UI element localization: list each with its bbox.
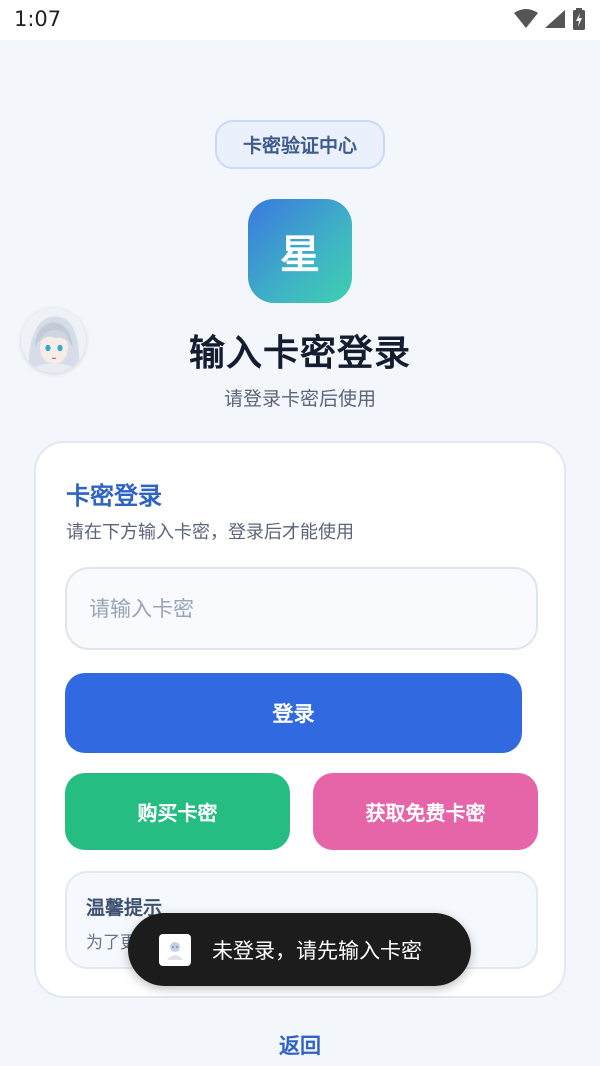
app-icon xyxy=(159,933,191,966)
verification-center-badge: 卡密验证中心 xyxy=(215,120,385,169)
wifi-icon xyxy=(514,9,538,29)
get-free-card-key-button[interactable]: 获取免费卡密 xyxy=(313,773,538,850)
status-icons xyxy=(514,8,586,30)
app-logo: 星 xyxy=(248,199,352,303)
card-key-input[interactable] xyxy=(65,567,538,650)
toast-text: 未登录，请先输入卡密 xyxy=(212,938,422,963)
back-link[interactable]: 返回 xyxy=(0,1030,600,1060)
page-subtitle: 请登录卡密后使用 xyxy=(223,388,376,410)
page-title: 输入卡密登录 xyxy=(188,333,411,374)
card-description: 请在下方输入卡密，登录后才能使用 xyxy=(66,522,354,543)
battery-icon xyxy=(572,8,586,30)
logo-character: 星 xyxy=(280,232,320,278)
status-time: 1:07 xyxy=(14,7,62,31)
buy-card-key-button[interactable]: 购买卡密 xyxy=(65,773,290,850)
login-button[interactable]: 登录 xyxy=(65,673,522,753)
cellular-signal-icon xyxy=(544,9,566,29)
toast-notification: 未登录，请先输入卡密 xyxy=(128,913,471,986)
card-title: 卡密登录 xyxy=(66,482,162,510)
status-bar: 1:07 xyxy=(0,0,600,40)
